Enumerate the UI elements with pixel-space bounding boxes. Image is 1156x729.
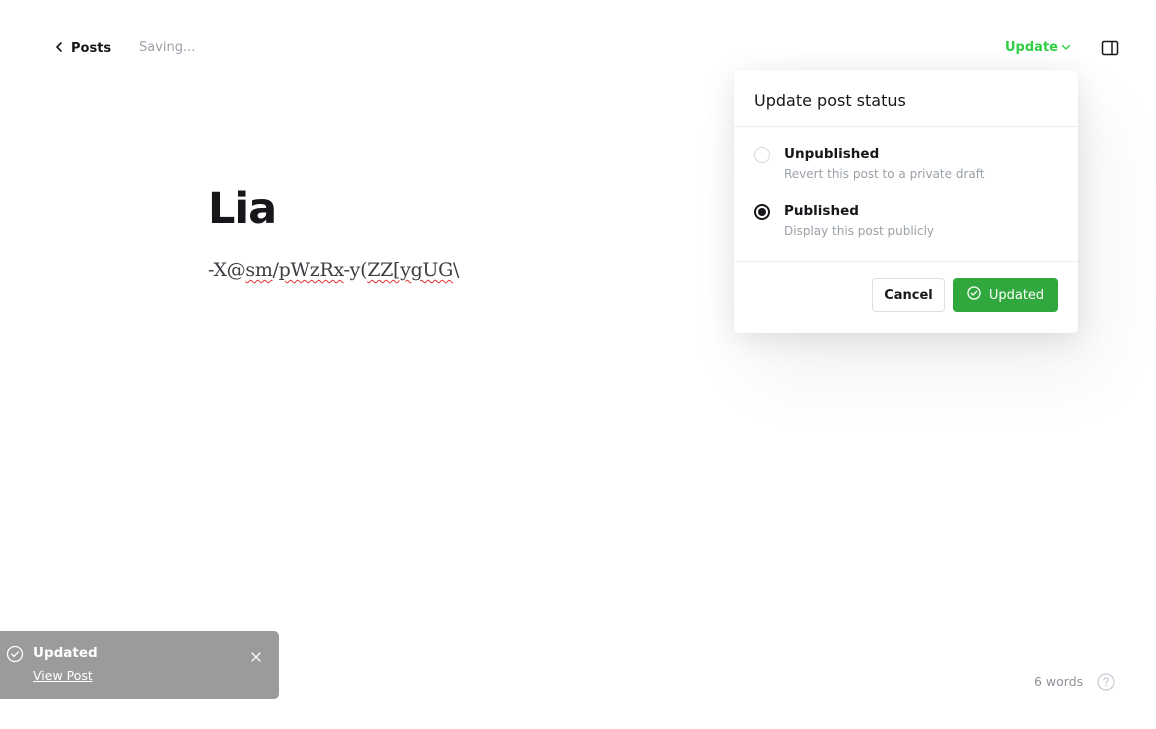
post-title[interactable]: Lia <box>208 184 277 234</box>
option-description: Revert this post to a private draft <box>784 167 985 181</box>
check-circle-icon <box>967 286 989 304</box>
back-to-posts-link[interactable]: Posts <box>55 38 111 58</box>
toast-title: Updated <box>33 645 98 661</box>
update-dropdown-button[interactable]: Update <box>1005 40 1071 55</box>
help-icon[interactable] <box>1097 673 1115 695</box>
body-segment: -X@ <box>208 259 246 281</box>
check-circle-icon <box>6 645 24 667</box>
popover-title: Update post status <box>734 70 1078 127</box>
option-label: Unpublished <box>784 146 880 162</box>
update-status-popover: Update post status Unpublished Revert th… <box>734 70 1078 333</box>
sidebar-toggle-icon[interactable] <box>1101 39 1119 57</box>
option-unpublished[interactable]: Unpublished Revert this post to a privat… <box>754 146 1058 203</box>
notification-toast: Updated View Post <box>0 631 279 699</box>
update-label: Update <box>1005 40 1058 55</box>
back-link-label: Posts <box>71 40 112 56</box>
cancel-button[interactable]: Cancel <box>872 278 945 312</box>
post-body[interactable]: -X@sm/pWzRx-y(ZZ[ygUG\ <box>208 259 459 281</box>
updated-button-label: Updated <box>988 287 1045 303</box>
body-segment: ZZ[ygUG <box>367 259 454 281</box>
option-published[interactable]: Published Display this post publicly <box>754 203 1058 260</box>
status-options: Unpublished Revert this post to a privat… <box>734 127 1078 262</box>
published-radio[interactable] <box>754 204 770 220</box>
close-icon[interactable] <box>251 647 261 666</box>
chevron-left-icon <box>55 41 71 56</box>
body-segment: \ <box>453 259 460 281</box>
body-segment: sm <box>245 259 273 281</box>
unpublished-radio[interactable] <box>754 147 770 163</box>
updated-button[interactable]: Updated <box>953 278 1058 312</box>
body-segment: pWzRx <box>278 259 344 281</box>
save-status: Saving... <box>139 40 196 55</box>
body-segment: -y( <box>343 259 368 281</box>
view-post-link[interactable]: View Post <box>33 668 93 683</box>
word-count: 6 words <box>1034 674 1084 689</box>
popover-actions: Cancel Updated <box>872 278 1058 312</box>
option-description: Display this post publicly <box>784 224 935 238</box>
chevron-down-icon <box>1058 40 1071 55</box>
option-label: Published <box>784 203 859 219</box>
